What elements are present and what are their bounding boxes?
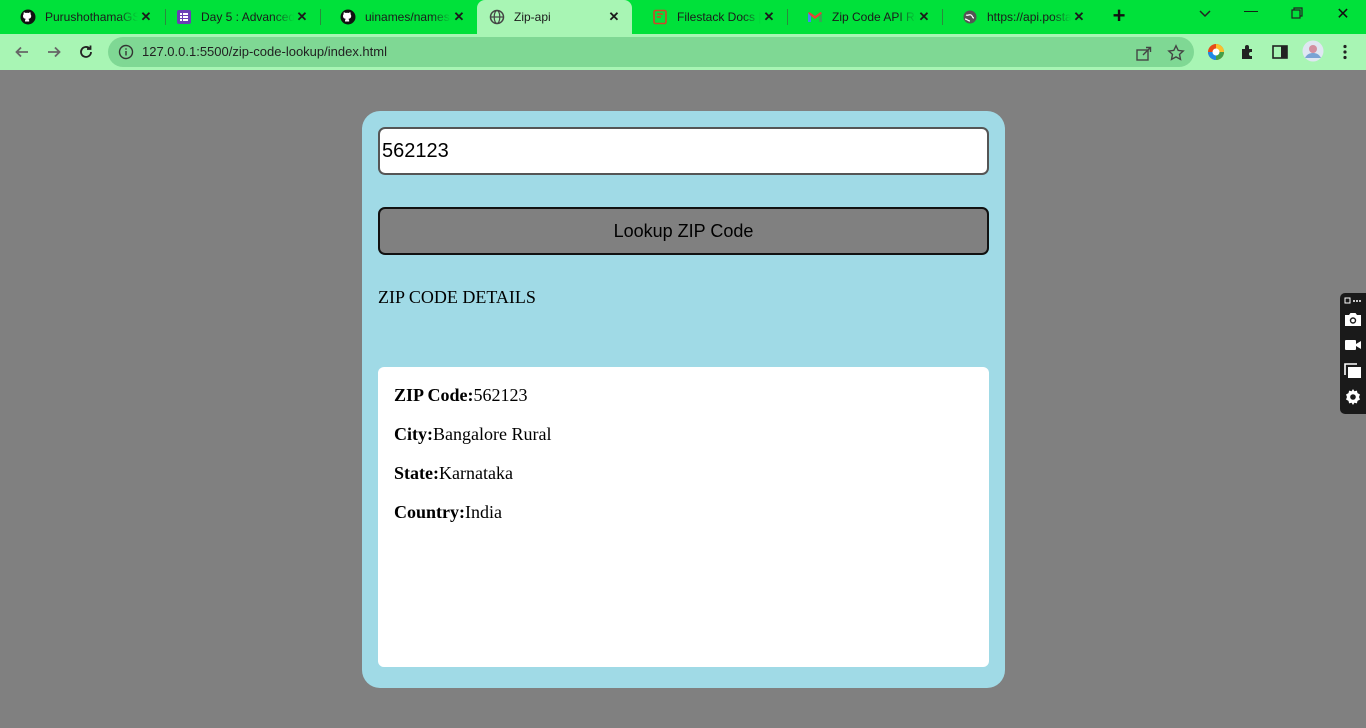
tab-search-chevron-icon[interactable] bbox=[1190, 6, 1220, 23]
close-icon[interactable]: ✕ bbox=[916, 9, 932, 25]
zip-details-panel: ZIP Code:562123 City:Bangalore Rural Sta… bbox=[378, 367, 989, 667]
tab-postal-api[interactable]: https://api.postal ✕ bbox=[942, 0, 1097, 34]
tab-title: Filestack Docs | F bbox=[677, 10, 761, 24]
window-capture-icon[interactable] bbox=[1343, 361, 1363, 381]
restore-icon[interactable] bbox=[1282, 6, 1312, 22]
tab-title: Zip-api bbox=[514, 10, 551, 24]
tab-gmail-zip[interactable]: Zip Code API Rep ✕ bbox=[787, 0, 942, 34]
close-icon[interactable]: ✕ bbox=[606, 9, 622, 25]
tab-title: PurushothamaGS bbox=[45, 10, 138, 24]
settings-gear-icon[interactable] bbox=[1343, 387, 1363, 407]
widget-menu-dots-icon[interactable] bbox=[1343, 294, 1363, 308]
detail-label: State: bbox=[394, 463, 439, 483]
tab-strip: PurushothamaGS ✕ Day 5 : Advanced ✕ uina… bbox=[0, 0, 1366, 34]
detail-label: ZIP Code: bbox=[394, 385, 474, 405]
tab-uinames[interactable]: uinames/names.j ✕ bbox=[320, 0, 477, 34]
tab-title: Zip Code API Rep bbox=[832, 10, 916, 24]
lookup-zip-button[interactable]: Lookup ZIP Code bbox=[378, 207, 989, 255]
detail-row-city: City:Bangalore Rural bbox=[394, 424, 551, 445]
tab-day5[interactable]: Day 5 : Advanced ✕ bbox=[156, 0, 320, 34]
zip-code-input[interactable] bbox=[378, 127, 989, 175]
detail-row-state: State:Karnataka bbox=[394, 463, 513, 484]
share-icon[interactable] bbox=[1135, 44, 1153, 62]
tab-title: https://api.postal bbox=[987, 10, 1071, 24]
detail-row-country: Country:India bbox=[394, 502, 502, 523]
detail-row-zip: ZIP Code:562123 bbox=[394, 385, 528, 406]
site-info-icon[interactable] bbox=[118, 44, 134, 60]
globe-icon bbox=[489, 9, 505, 25]
forward-arrow-icon[interactable] bbox=[42, 40, 66, 64]
reload-icon[interactable] bbox=[74, 40, 98, 64]
url-text: 127.0.0.1:5500/zip-code-lookup/index.htm… bbox=[142, 44, 387, 59]
screen-recorder-widget bbox=[1340, 293, 1366, 414]
tab-title: uinames/names.j bbox=[365, 10, 451, 24]
new-tab-plus-icon[interactable]: + bbox=[1108, 5, 1130, 28]
globe-icon bbox=[962, 9, 978, 25]
detail-value: Karnataka bbox=[438, 463, 513, 483]
form-icon bbox=[176, 9, 192, 25]
back-arrow-icon[interactable] bbox=[10, 40, 34, 64]
browser-toolbar: 127.0.0.1:5500/zip-code-lookup/index.htm… bbox=[0, 34, 1366, 70]
detail-label: City: bbox=[394, 424, 433, 444]
camera-icon[interactable] bbox=[1343, 309, 1363, 329]
profile-avatar-icon[interactable] bbox=[1302, 40, 1324, 62]
close-icon[interactable]: ✕ bbox=[138, 9, 154, 25]
bookmark-star-icon[interactable] bbox=[1167, 44, 1185, 62]
window-close-icon[interactable]: ✕ bbox=[1328, 4, 1358, 24]
close-icon[interactable]: ✕ bbox=[1071, 9, 1087, 25]
close-icon[interactable]: ✕ bbox=[761, 9, 777, 25]
detail-value: Bangalore Rural bbox=[433, 424, 552, 444]
close-icon[interactable]: ✕ bbox=[294, 9, 310, 25]
side-panel-icon[interactable] bbox=[1271, 43, 1289, 61]
minimize-icon[interactable]: — bbox=[1236, 2, 1266, 18]
detail-value: 562123 bbox=[473, 385, 528, 405]
tab-filestack[interactable]: Filestack Docs | F ✕ bbox=[632, 0, 787, 34]
close-icon[interactable]: ✕ bbox=[451, 9, 467, 25]
github-icon bbox=[20, 9, 36, 25]
detail-label: Country: bbox=[394, 502, 465, 522]
tab-zip-api-active[interactable]: Zip-api ✕ bbox=[477, 0, 632, 34]
address-bar[interactable]: 127.0.0.1:5500/zip-code-lookup/index.htm… bbox=[108, 37, 1194, 67]
details-heading: ZIP CODE DETAILS bbox=[378, 287, 536, 307]
zip-lookup-card: Lookup ZIP Code ZIP CODE DETAILS ZIP Cod… bbox=[362, 111, 1005, 688]
tab-title: Day 5 : Advanced bbox=[201, 10, 294, 24]
tab-github-profile[interactable]: PurushothamaGS ✕ bbox=[0, 0, 164, 34]
color-picker-extension-icon[interactable] bbox=[1207, 43, 1225, 61]
gmail-icon bbox=[807, 9, 823, 25]
more-menu-icon[interactable] bbox=[1336, 43, 1354, 61]
filestack-icon bbox=[652, 9, 668, 25]
extensions-puzzle-icon[interactable] bbox=[1239, 43, 1257, 61]
video-camera-icon[interactable] bbox=[1343, 335, 1363, 355]
detail-value: India bbox=[465, 502, 502, 522]
github-icon bbox=[340, 9, 356, 25]
